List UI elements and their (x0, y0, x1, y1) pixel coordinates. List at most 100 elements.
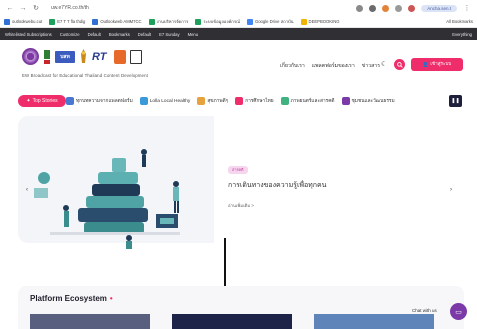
partner-logos[interactable]: บสท RT (22, 48, 142, 65)
bookmark-favicon-icon (300, 18, 307, 25)
bookmark-label: outlookwebu.cut (12, 19, 43, 24)
star-icon[interactable] (369, 4, 377, 12)
category-next-button[interactable]: ❚❚ (449, 95, 462, 107)
back-icon[interactable]: ← (6, 5, 14, 12)
toolbar-item[interactable]: Bookmarks (109, 32, 130, 37)
bookmark-item[interactable]: งานบริหารจัดการ (148, 18, 189, 25)
category-item[interactable]: Lolla Local Healthy (139, 97, 191, 105)
category-label: ทุกบทความจากแพลตฟอร์ม (76, 99, 133, 104)
bookmark-favicon-icon (246, 18, 253, 25)
nav-link[interactable]: ข่าวสาร (362, 62, 380, 70)
login-label: เข้าสู่ระบบ (430, 61, 452, 66)
top-stories-label: Top Stories (32, 98, 58, 104)
bookmark-item[interactable]: E7 T T fla thdig (49, 18, 86, 25)
hero-title[interactable]: การเดินทางของความรู้เพื่อทุกคน (228, 180, 448, 191)
category-label: Lolla Local Healthy (149, 98, 191, 104)
platform-card[interactable] (314, 314, 434, 329)
extension-icon[interactable] (382, 4, 390, 12)
category-icon (341, 97, 350, 105)
category-item[interactable]: ภาพยนตร์และสารคดี (280, 97, 335, 105)
bookmark-label: Google Drive สถาบัน (254, 19, 294, 24)
bookmark-item[interactable]: outlookwebu.cut (4, 18, 43, 25)
category-list: ทุกบทความจากแพลตฟอร์ม Lolla Local Healthy… (66, 95, 395, 107)
bookmark-label: DEEPBOOKING (308, 19, 340, 24)
box-logo-icon (130, 49, 142, 64)
toolbar-item[interactable]: Default (138, 32, 151, 37)
avatar[interactable] (408, 4, 416, 12)
category-label: การศึกษาไทย (245, 99, 274, 104)
address-bar-actions: Ancha.sen.t ⋮ (356, 4, 471, 12)
category-label: สุขภาพดีๆ (207, 99, 229, 104)
platform-title-text: Platform Ecosystem (30, 294, 107, 303)
extensions-puzzle-icon[interactable] (395, 4, 403, 12)
category-item[interactable]: ทุกบทความจากแพลตฟอร์ม (66, 97, 133, 105)
toolbar-item[interactable]: E7 Sunday (159, 32, 180, 37)
badge-logo: บสท (55, 50, 75, 63)
chat-button[interactable]: ▭ (450, 303, 467, 320)
bookmark-item[interactable]: DEEPBOOKING (300, 18, 340, 25)
bookmark-label: ระบบข้อมูลองค์กรณ์ (203, 19, 240, 24)
toolbar-right-item[interactable]: Everything (452, 32, 472, 37)
bookmark-favicon-icon (148, 18, 155, 25)
url-field[interactable]: uw.e7YR.co.th/th (51, 5, 351, 11)
category-icon (280, 97, 289, 105)
toolbar-item[interactable]: Whitelisted Subscriptions (5, 32, 52, 37)
bookmark-item[interactable]: ระบบข้อมูลองค์กรณ์ (195, 18, 240, 25)
bookmark-item[interactable]: Outlookweb AMM7CC (92, 18, 142, 25)
forward-icon[interactable]: → (19, 5, 27, 12)
hero-read-more-link[interactable]: อ่านเพิ่มเติม > (228, 202, 448, 209)
bookmark-item[interactable]: Google Drive สถาบัน (246, 18, 294, 25)
user-icon: 👤 (422, 61, 429, 67)
category-item[interactable]: สุขภาพดีๆ (197, 97, 228, 105)
category-icon (139, 97, 148, 105)
crest-logo-icon (81, 48, 86, 63)
zoom-icon[interactable] (356, 4, 364, 12)
category-icon (235, 97, 244, 105)
search-button[interactable] (394, 59, 405, 70)
rt-logo: RT (92, 50, 107, 63)
menu-icon[interactable]: ⋮ (463, 4, 471, 12)
chat-label: Chat with us (412, 308, 437, 313)
all-bookmarks-button[interactable]: All Bookmarks (446, 19, 473, 24)
hero-slider: ‹ › สารคดี การเดินทางของความรู้เพื่อทุกค… (18, 116, 464, 266)
extension-toolbar: Whitelisted Subscriptions Customize Defaul… (0, 28, 477, 40)
category-item[interactable]: ชุมชนและวัฒนธรรม (341, 97, 395, 105)
category-item[interactable]: การศึกษาไทย (235, 97, 274, 105)
hero-category-badge: สารคดี (228, 166, 248, 174)
platform-card[interactable] (30, 314, 150, 329)
bookmark-label: E7 T T fla thdig (57, 19, 86, 24)
hero-illustration (34, 149, 180, 249)
reload-icon[interactable]: ↻ (32, 4, 40, 12)
dark-mode-icon[interactable]: ☾ (381, 60, 387, 68)
section-title: Platform Ecosystem • (30, 294, 113, 303)
bookmark-label: งานบริหารจัดการ (156, 19, 189, 24)
browser-address-bar: ← → ↻ uw.e7YR.co.th/th Ancha.sen.t ⋮ (0, 0, 477, 16)
category-icon (197, 97, 206, 105)
bookmark-favicon-icon (4, 18, 10, 25)
bookmark-favicon-icon (195, 18, 202, 25)
toolbar-item[interactable]: Customize (60, 32, 80, 37)
category-label: ภาพยนตร์และสารคดี (290, 99, 335, 104)
bookmarks-bar: outlookwebu.cut E7 T T fla thdig Outlookwe… (0, 16, 477, 28)
top-stories-button[interactable]: ✦ Top Stories (18, 95, 66, 107)
partner-logo-icon (44, 49, 50, 64)
category-strip: ✦ Top Stories ทุกบทความจากแพลตฟอร์ม Lolla… (0, 92, 477, 110)
profile-button[interactable]: Ancha.sen.t (421, 4, 457, 12)
hero-text: สารคดี การเดินทางของความรู้เพื่อทุกคน อ่… (228, 166, 448, 209)
search-icon (396, 61, 403, 68)
nav-link[interactable]: เกี่ยวกับเรา (280, 62, 305, 70)
toolbar-item[interactable]: Menu (188, 32, 198, 37)
flame-icon: ✦ (26, 98, 31, 104)
category-icon (66, 97, 74, 105)
orange-logo-icon (114, 49, 126, 64)
category-label: ชุมชนและวัฒนธรรม (351, 99, 395, 104)
bookmark-favicon-icon (49, 18, 56, 25)
site-header: บสท RT EW Broadcast for Educational Thai… (0, 40, 477, 84)
nav-link[interactable]: แพลตฟอร์มของเรา (312, 62, 355, 70)
toolbar-item[interactable]: Default (88, 32, 101, 37)
bookmark-label: Outlookweb AMM7CC (100, 19, 142, 24)
hero-next-button[interactable]: › (450, 187, 452, 193)
platform-card[interactable] (172, 314, 292, 329)
login-button[interactable]: 👤 เข้าสู่ระบบ (411, 58, 463, 71)
hero-prev-button[interactable]: ‹ (26, 187, 28, 193)
